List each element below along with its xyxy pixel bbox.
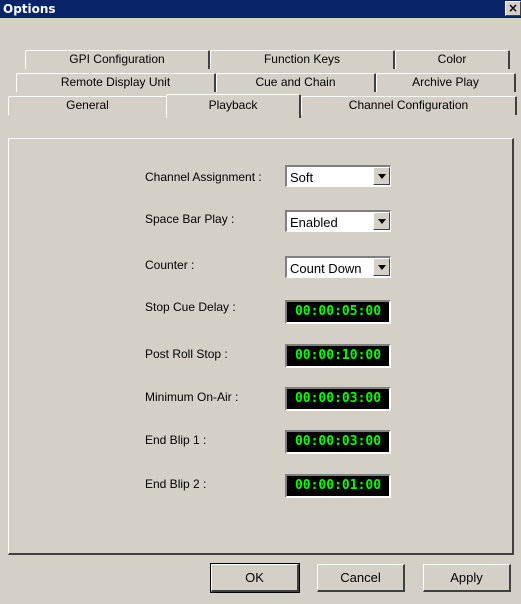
close-button[interactable]: × xyxy=(505,1,521,16)
chevron-down-icon[interactable] xyxy=(373,167,390,185)
window-title: Options xyxy=(3,2,56,16)
counter-value: Count Down xyxy=(290,261,362,276)
close-icon: × xyxy=(507,1,519,15)
chevron-down-icon[interactable] xyxy=(373,258,390,276)
channel-assignment-value: Soft xyxy=(290,170,314,185)
chevron-down-icon[interactable] xyxy=(373,212,390,230)
post-roll-stop-field[interactable]: 00:00:10:00 xyxy=(285,344,391,368)
stop-cue-delay-field[interactable]: 00:00:05:00 xyxy=(285,300,391,324)
counter-label: Counter : xyxy=(145,258,195,272)
end-blip-1-field[interactable]: 00:00:03:00 xyxy=(285,430,391,454)
minimum-on-air-label: Minimum On-Air : xyxy=(145,390,239,404)
minimum-on-air-field[interactable]: 00:00:03:00 xyxy=(285,387,391,411)
playback-settings: Channel Assignment : Soft Space Bar Play… xyxy=(0,18,521,604)
space-bar-play-select[interactable]: Enabled xyxy=(285,210,391,232)
end-blip-2-label: End Blip 2 : xyxy=(145,477,207,491)
space-bar-play-label: Space Bar Play : xyxy=(145,212,235,226)
end-blip-2-field[interactable]: 00:00:01:00 xyxy=(285,474,391,498)
channel-assignment-select[interactable]: Soft xyxy=(285,165,391,187)
channel-assignment-label: Channel Assignment : xyxy=(145,170,262,184)
space-bar-play-value: Enabled xyxy=(290,215,338,230)
stop-cue-delay-label: Stop Cue Delay : xyxy=(145,300,236,314)
end-blip-1-label: End Blip 1 : xyxy=(145,433,207,447)
counter-select[interactable]: Count Down xyxy=(285,256,391,278)
options-dialog: GPI Configuration Function Keys Color Re… xyxy=(0,18,521,604)
post-roll-stop-label: Post Roll Stop : xyxy=(145,347,228,361)
title-bar: Options × xyxy=(0,0,521,18)
